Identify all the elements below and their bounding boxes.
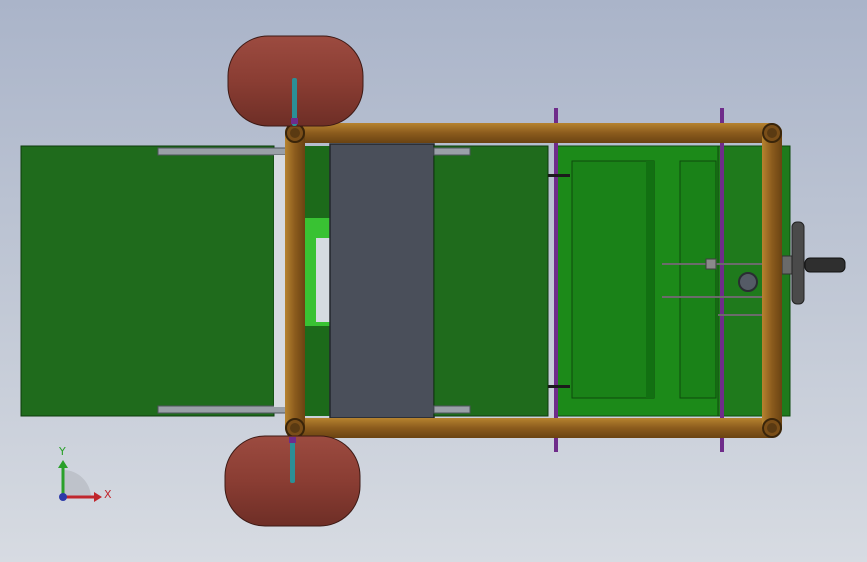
kart-top-view: X Y: [20, 35, 846, 527]
bracket-inner: [316, 238, 330, 322]
steering-hub: [738, 272, 758, 292]
rod-left: [554, 108, 558, 452]
pin-top: [548, 174, 570, 177]
steering-grip: [804, 257, 846, 273]
rear-deck-panel: [20, 145, 275, 417]
front-inner-panel-b: [646, 161, 654, 398]
triad-x-label: X: [104, 488, 112, 501]
front-inner-panel-c: [679, 160, 717, 399]
triad-y-label: Y: [58, 445, 66, 458]
linkage-block: [705, 258, 717, 270]
axle-top-tip: [291, 118, 298, 124]
triad-y-arrow: [58, 460, 68, 468]
triad-xy-plane: [63, 470, 91, 497]
middle-rail-bottom: [433, 405, 471, 414]
rod-right: [720, 108, 724, 452]
frame-left-tube: [285, 125, 305, 435]
cad-viewport[interactable]: X Y: [0, 0, 867, 562]
pin-bottom: [548, 385, 570, 388]
axle-bottom-tip: [289, 437, 296, 443]
front-inner-panel-a: [571, 160, 655, 399]
seat-pad: [329, 143, 435, 419]
middle-green-panel: [433, 145, 549, 417]
middle-rail-top: [433, 147, 471, 156]
rear-gap: [274, 155, 286, 407]
frame-joint-tl-inner: [290, 128, 300, 138]
frame-joint-bl-inner: [290, 423, 300, 433]
steering-wheel: [791, 221, 805, 305]
frame-joint-tr-inner: [767, 128, 777, 138]
coordinate-triad: X Y: [58, 445, 112, 502]
axle-bottom: [290, 437, 295, 483]
triad-x-arrow: [94, 492, 102, 502]
frame-joint-br-inner: [767, 423, 777, 433]
frame-right-tube: [762, 125, 782, 435]
frame-top-tube: [286, 123, 776, 143]
triad-origin: [59, 493, 67, 501]
frame-bottom-tube: [286, 418, 776, 438]
